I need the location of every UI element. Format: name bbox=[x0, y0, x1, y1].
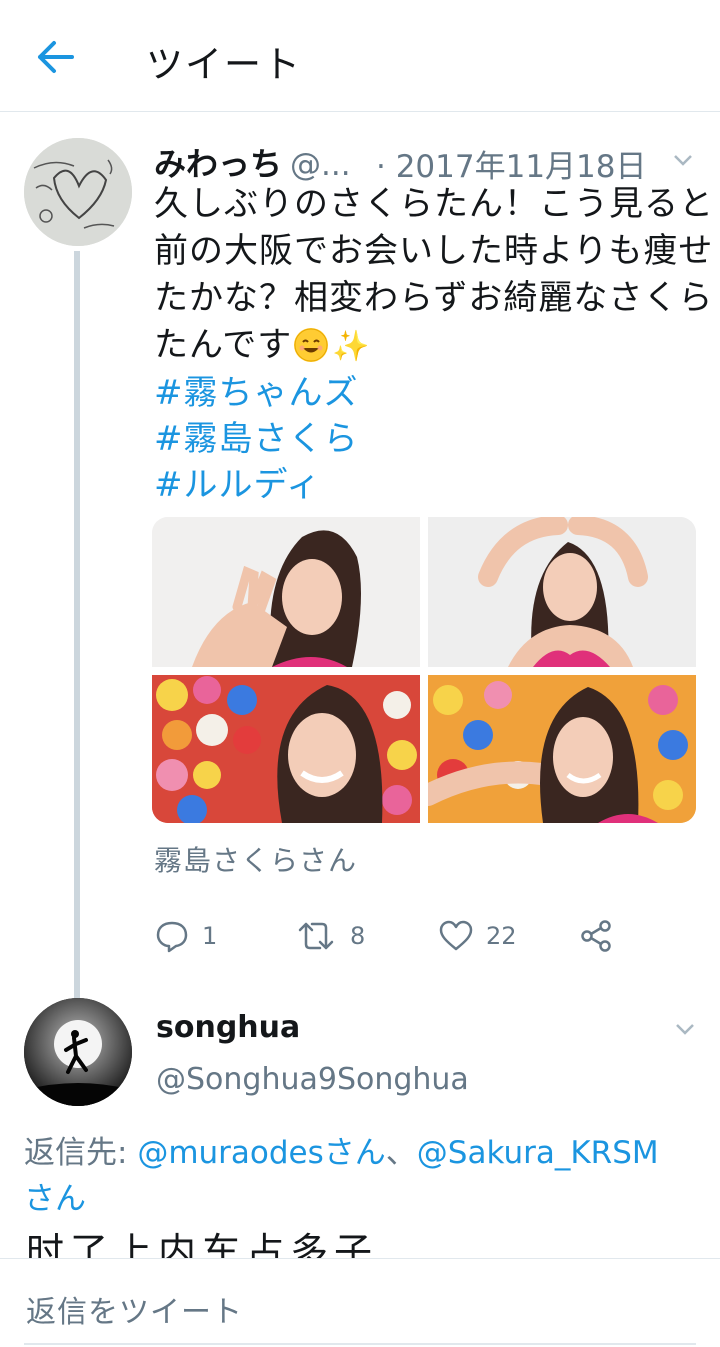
tweet-photo[interactable] bbox=[428, 675, 696, 823]
tweet-date: · 2017年11月18日 bbox=[376, 149, 647, 185]
reply-composer[interactable]: 返信をツイート bbox=[0, 1258, 720, 1347]
tweet-text-line: たかな？相変わらずお綺麗なさくら bbox=[154, 278, 714, 318]
reply-author-handle[interactable]: @Songhua9Songhua bbox=[156, 1062, 469, 1097]
author-handle[interactable]: @... bbox=[290, 147, 351, 183]
back-button[interactable] bbox=[28, 32, 84, 82]
tweet-photo[interactable] bbox=[428, 517, 696, 667]
chevron-down-icon[interactable] bbox=[674, 1018, 696, 1040]
tweet-text-fragment: たんです bbox=[154, 325, 293, 365]
avatar[interactable] bbox=[24, 138, 132, 246]
retweet-count: 8 bbox=[350, 922, 366, 950]
mention-separator: 、 bbox=[385, 1135, 417, 1171]
tweet-header: みわっち @... · 2017年11月18日 bbox=[154, 139, 699, 185]
top-bar: ツイート bbox=[0, 0, 720, 112]
share-button[interactable] bbox=[578, 913, 614, 959]
reply-icon bbox=[156, 921, 188, 953]
mention-link[interactable]: @muraodesさん bbox=[137, 1135, 385, 1171]
tweet-text: 久しぶりのさくらたん！こう見ると 前の大阪でお会いした時よりも痩せ たかな？相変… bbox=[154, 181, 714, 508]
input-underline bbox=[24, 1343, 696, 1345]
smiling-face-emoji-icon bbox=[294, 328, 329, 362]
sparkles-emoji-icon: ✨ bbox=[332, 329, 371, 364]
reply-input[interactable]: 返信をツイート bbox=[26, 1287, 243, 1331]
thread-connector bbox=[74, 251, 80, 1095]
retweet-button[interactable]: 8 bbox=[294, 913, 365, 959]
like-button[interactable]: 22 bbox=[438, 913, 517, 959]
like-count: 22 bbox=[486, 922, 517, 950]
reply-button[interactable]: 1 bbox=[154, 913, 217, 959]
mention-link[interactable]: @Sakura_KRSM bbox=[417, 1135, 659, 1171]
reply-text-partial: 时了上内车占多子 bbox=[26, 1230, 379, 1258]
hashtag-link[interactable]: #霧島さくら bbox=[154, 416, 704, 462]
hashtag-link[interactable]: #霧ちゃんズ bbox=[154, 370, 704, 416]
reply-count: 1 bbox=[202, 922, 218, 950]
tweet-photo[interactable] bbox=[152, 675, 420, 823]
tagged-people[interactable]: 霧島さくらさん bbox=[154, 839, 357, 879]
mention-suffix[interactable]: さん bbox=[24, 1181, 86, 1217]
author-name[interactable]: みわっち bbox=[154, 145, 282, 183]
page-title: ツイート bbox=[146, 43, 302, 86]
avatar[interactable] bbox=[24, 998, 132, 1106]
tweet-actions: 1 8 22 bbox=[154, 913, 714, 959]
tweet[interactable]: みわっち @... · 2017年11月18日 久しぶりのさくらたん！こう見ると … bbox=[0, 113, 720, 1095]
share-icon bbox=[581, 920, 611, 952]
chevron-down-icon[interactable] bbox=[672, 149, 694, 171]
reply-to-label: 返信先: bbox=[24, 1135, 138, 1171]
reply-to-line: 返信先: @muraodesさん、@Sakura_KRSM さん bbox=[24, 1130, 714, 1222]
tweet-text-line: 久しぶりのさくらたん！こう見ると bbox=[154, 184, 714, 224]
retweet-icon bbox=[298, 922, 334, 950]
heart-icon bbox=[439, 920, 473, 951]
tweet-text-line: 前の大阪でお会いした時よりも痩せ bbox=[154, 231, 714, 271]
photo-grid bbox=[152, 517, 696, 823]
tweet-text-line-last: たんです ✨ bbox=[154, 322, 704, 370]
tweet-photo[interactable] bbox=[152, 517, 420, 667]
hashtag-link[interactable]: #ルルディ bbox=[154, 462, 704, 508]
arrow-left-icon bbox=[38, 41, 74, 73]
reply-author-name[interactable]: songhua bbox=[156, 1010, 300, 1045]
